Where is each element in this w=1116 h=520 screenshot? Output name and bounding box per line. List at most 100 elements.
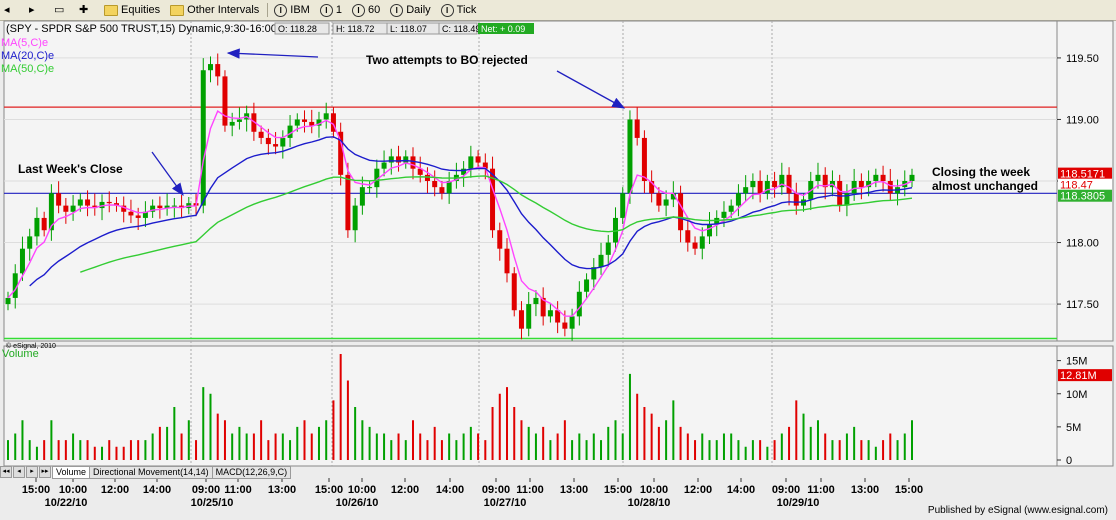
candle-body <box>468 156 474 169</box>
candle-body <box>410 156 416 169</box>
candle-body <box>757 181 763 194</box>
candle-body <box>106 201 112 204</box>
candle-body <box>641 137 647 181</box>
circle-i-icon: I <box>440 3 454 17</box>
toolbar-item-1[interactable]: I1 <box>316 1 346 19</box>
ohlc-value: C: 118.49 <box>442 24 480 34</box>
circle-i-icon: I <box>319 3 333 17</box>
time-tick-label: 13:00 <box>268 484 296 496</box>
ohlc-value: L: 118.07 <box>390 24 427 34</box>
crosshair-button[interactable]: ✚ <box>75 1 98 19</box>
candle-body <box>63 205 69 212</box>
candle-body <box>345 174 351 231</box>
toolbar-item-label: 60 <box>367 4 381 16</box>
date-label: 10/28/10 <box>628 497 671 509</box>
candle-body <box>511 273 517 311</box>
time-tick-label: 15:00 <box>895 484 923 496</box>
candle-body <box>598 254 604 268</box>
ma50-legend: MA(50,C)e <box>1 63 54 75</box>
study-tab-directional-movement[interactable]: Directional Movement(14,14) <box>89 465 213 479</box>
candle-body <box>880 174 886 181</box>
toolbar-item-label: Tick <box>456 4 477 16</box>
toolbar-separator <box>267 3 269 17</box>
candle-body <box>222 76 228 126</box>
candle-body <box>735 193 741 206</box>
date-label: 10/22/10 <box>45 497 88 509</box>
first-tab-icon[interactable]: ◂◂ <box>0 466 12 478</box>
candle-body <box>707 224 713 237</box>
toolbar-item-label: IBM <box>290 4 310 16</box>
candle-body <box>569 316 575 329</box>
date-label: 10/25/10 <box>191 497 234 509</box>
volume-tick-label: 0 <box>1066 455 1072 467</box>
toolbar-item-other-intervals[interactable]: Other Intervals <box>166 1 263 19</box>
time-tick-label: 10:00 <box>348 484 376 496</box>
candle-body <box>793 193 799 206</box>
symbol-box-button[interactable]: ▭ <box>50 1 73 19</box>
candle-body <box>352 205 358 231</box>
time-tick-label: 13:00 <box>851 484 879 496</box>
ohlc-value: O: 118.28 <box>278 24 317 34</box>
toolbar-item-ibm[interactable]: I IBM <box>270 1 314 19</box>
toolbar-item-tick[interactable]: I Tick <box>437 1 481 19</box>
arrow-right-button[interactable]: ▸ <box>25 1 48 19</box>
circle-i-icon: I <box>390 3 404 17</box>
candle-body <box>70 205 76 212</box>
date-label: 10/27/10 <box>484 497 527 509</box>
candle-body <box>273 144 279 147</box>
candle-body <box>750 181 756 188</box>
toolbar-item-daily[interactable]: I Daily <box>386 1 434 19</box>
last-tab-icon[interactable]: ▸▸ <box>39 466 51 478</box>
price-tick-label: 118.00 <box>1066 238 1099 250</box>
candle-body <box>207 64 213 71</box>
next-tab-icon[interactable]: ▸ <box>26 466 38 478</box>
candle-body <box>699 236 705 249</box>
toolbar-item-label: Other Intervals <box>187 4 260 16</box>
prev-tab-icon[interactable]: ◂ <box>13 466 25 478</box>
ma5-legend: MA(5,C)e <box>1 37 48 49</box>
candle-body <box>439 187 445 194</box>
time-tick-label: 15:00 <box>315 484 343 496</box>
circle-i-icon: I <box>274 3 288 17</box>
candle-body <box>743 187 749 194</box>
study-tab-volume[interactable]: Volume <box>52 465 91 479</box>
time-tick-label: 10:00 <box>640 484 668 496</box>
candle-body <box>562 322 568 329</box>
volume-last-tag: 12.81M <box>1060 370 1097 382</box>
candle-body <box>475 156 481 163</box>
candle-body <box>605 242 611 255</box>
time-tick-label: 14:00 <box>143 484 171 496</box>
toolbar-item-label: Equities <box>121 4 161 16</box>
candle-body <box>77 199 83 206</box>
study-tab-macd[interactable]: MACD(12,26,9,C) <box>211 465 292 479</box>
arrow-left-button[interactable]: ◂ <box>0 1 23 19</box>
publisher-credit: Published by eSignal (www.esignal.com) <box>927 505 1108 516</box>
volume-tick-label: 15M <box>1066 356 1087 368</box>
annotation-closing-week: almost unchanged <box>932 179 1038 193</box>
arrow-right-icon: ▸ <box>29 4 35 16</box>
crosshair-icon: ✚ <box>79 4 89 16</box>
toolbar: ◂ ▸ ▭ ✚ Equities Other Intervals I IBM I 1 I 60 I Dai… <box>0 0 1116 21</box>
candle-body <box>518 310 524 329</box>
candle-body <box>873 174 879 181</box>
toolbar-item-equities[interactable]: Equities <box>100 1 164 19</box>
candle-body <box>359 187 365 206</box>
candle-body <box>685 230 691 243</box>
price-chart: 119.50119.00118.50118.00117.50118.517111… <box>1 20 1114 509</box>
time-tick-label: 09:00 <box>192 484 220 496</box>
symbol-title: (SPY - SPDR S&P 500 TRUST,15) Dynamic,9:… <box>6 23 277 35</box>
time-tick-label: 14:00 <box>727 484 755 496</box>
candle-body <box>533 297 539 305</box>
candle-body <box>663 199 669 206</box>
candle-body <box>367 187 373 189</box>
candle-body <box>56 193 62 206</box>
candle-body <box>34 217 40 237</box>
toolbar-item-60[interactable]: I 60 <box>348 1 384 19</box>
candle-body <box>858 181 864 188</box>
candle-body <box>678 193 684 231</box>
candle-body <box>265 137 271 145</box>
candle-body <box>728 205 734 212</box>
candle-body <box>504 248 510 274</box>
candle-body <box>215 64 221 77</box>
candle-body <box>280 137 286 147</box>
